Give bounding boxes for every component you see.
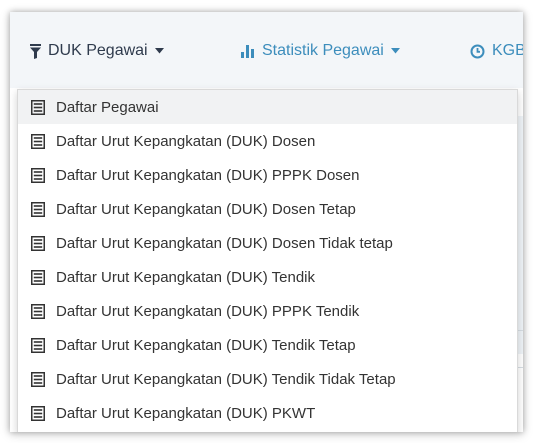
dropdown-item-8[interactable]: Daftar Urut Kepangkatan (DUK) Tendik Tid… (18, 362, 517, 396)
document-list-icon (31, 235, 45, 251)
dropdown-item-label: Daftar Urut Kepangkatan (DUK) Dosen Tida… (56, 234, 393, 252)
document-list-icon (31, 405, 45, 421)
dropdown-item-label: Daftar Urut Kepangkatan (DUK) Tendik Tet… (56, 336, 356, 354)
document-list-icon (31, 167, 45, 183)
dropdown-item-label: Daftar Urut Kepangkatan (DUK) PPPK Dosen (56, 166, 360, 184)
filter-icon (30, 43, 41, 59)
document-list-icon (31, 371, 45, 387)
nav-kgb-link[interactable]: KGB (470, 34, 523, 68)
dropdown-item-label: Daftar Urut Kepangkatan (DUK) Dosen Teta… (56, 200, 356, 218)
document-list-icon (31, 99, 45, 115)
app-window: DUK Pegawai Statistik Pegawai KGB Daftar… (10, 12, 523, 432)
nav-duk-pegawai-label: DUK Pegawai (48, 42, 148, 59)
dropdown-item-label: Daftar Urut Kepangkatan (DUK) PPPK Tendi… (56, 302, 360, 320)
dropdown-item-4[interactable]: Daftar Urut Kepangkatan (DUK) Dosen Tida… (18, 226, 517, 260)
nav-duk-pegawai-dropdown[interactable]: DUK Pegawai (30, 34, 164, 68)
dropdown-item-6[interactable]: Daftar Urut Kepangkatan (DUK) PPPK Tendi… (18, 294, 517, 328)
dropdown-item-9[interactable]: Daftar Urut Kepangkatan (DUK) PKWT (18, 396, 517, 430)
nav-kgb-label: KGB (492, 42, 523, 59)
document-list-icon (31, 269, 45, 285)
dropdown-item-7[interactable]: Daftar Urut Kepangkatan (DUK) Tendik Tet… (18, 328, 517, 362)
clock-icon (470, 44, 485, 59)
document-list-icon (31, 201, 45, 217)
dropdown-item-5[interactable]: Daftar Urut Kepangkatan (DUK) Tendik (18, 260, 517, 294)
nav-statistik-pegawai-label: Statistik Pegawai (262, 42, 384, 59)
document-list-icon (31, 133, 45, 149)
top-navbar: DUK Pegawai Statistik Pegawai KGB (10, 12, 523, 88)
dropdown-item-label: Daftar Urut Kepangkatan (DUK) Dosen (56, 132, 316, 150)
duk-pegawai-dropdown-menu: Daftar Pegawai Daftar Urut Kepangkatan (… (17, 89, 518, 432)
nav-statistik-pegawai-dropdown[interactable]: Statistik Pegawai (241, 34, 400, 68)
dropdown-list: Daftar Pegawai Daftar Urut Kepangkatan (… (18, 90, 517, 430)
dropdown-item-label: Daftar Urut Kepangkatan (DUK) PKWT (56, 404, 316, 422)
dropdown-item-label: Daftar Pegawai (56, 98, 159, 116)
bar-chart-icon (241, 44, 255, 58)
dropdown-item-2[interactable]: Daftar Urut Kepangkatan (DUK) PPPK Dosen (18, 158, 517, 192)
document-list-icon (31, 337, 45, 353)
caret-down-icon (390, 48, 400, 54)
dropdown-item-1[interactable]: Daftar Urut Kepangkatan (DUK) Dosen (18, 124, 517, 158)
document-list-icon (31, 303, 45, 319)
caret-down-icon (154, 48, 164, 54)
dropdown-item-label: Daftar Urut Kepangkatan (DUK) Tendik (56, 268, 316, 286)
dropdown-item-label: Daftar Urut Kepangkatan (DUK) Tendik Tid… (56, 370, 396, 388)
dropdown-item-0[interactable]: Daftar Pegawai (18, 90, 517, 124)
dropdown-item-3[interactable]: Daftar Urut Kepangkatan (DUK) Dosen Teta… (18, 192, 517, 226)
